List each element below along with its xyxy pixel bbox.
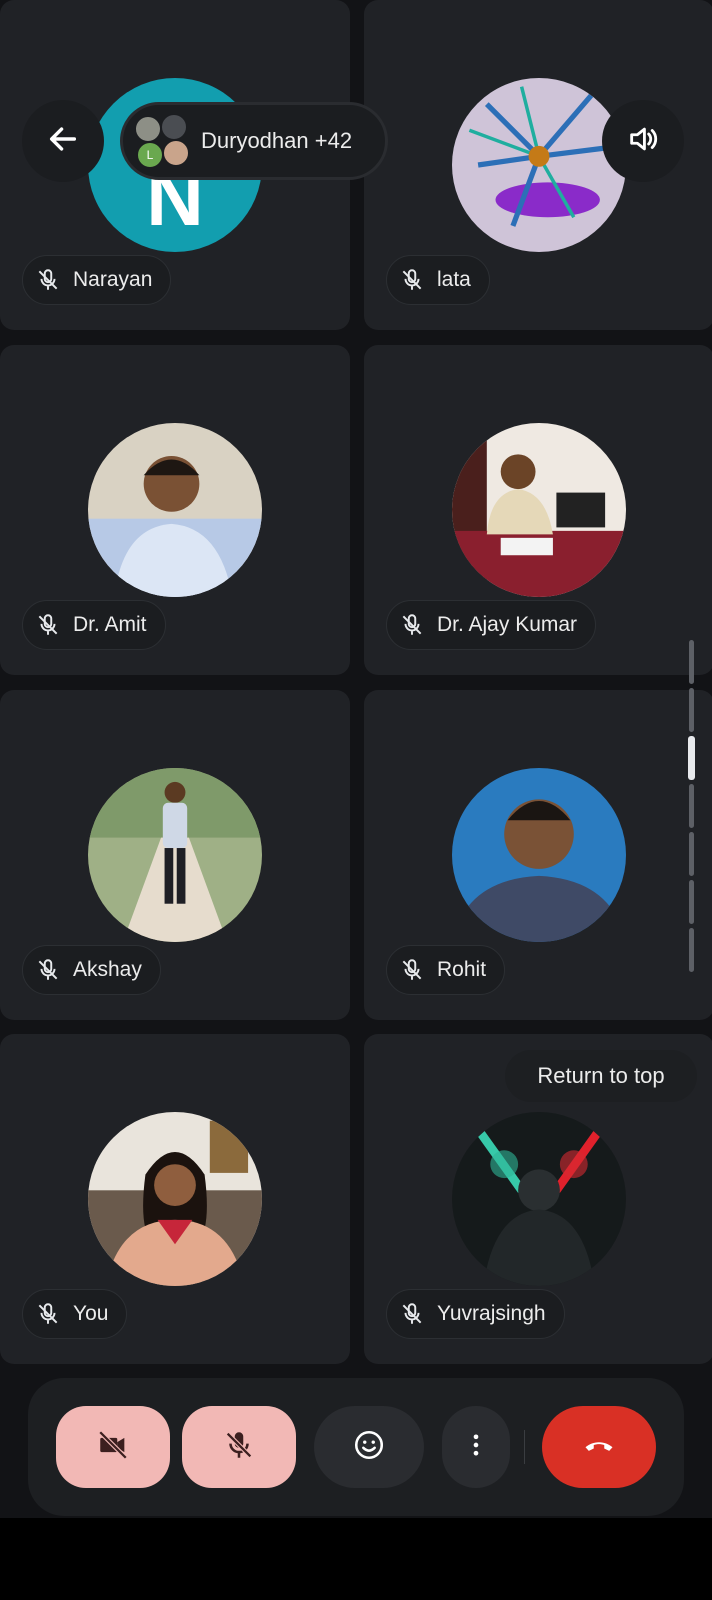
end-call-button[interactable] bbox=[542, 1406, 656, 1488]
profile-photo bbox=[88, 1112, 262, 1286]
mic-off-icon bbox=[397, 265, 427, 295]
mic-off-icon bbox=[222, 1428, 256, 1467]
mini-avatar bbox=[161, 114, 187, 140]
avatar bbox=[88, 423, 262, 597]
call-end-icon bbox=[581, 1427, 617, 1468]
system-nav-area bbox=[0, 1518, 712, 1600]
arrow-back-icon bbox=[46, 122, 80, 161]
profile-photo bbox=[88, 768, 262, 942]
mini-avatar: L bbox=[137, 142, 163, 168]
scrollbar[interactable] bbox=[688, 640, 696, 980]
participant-tile-rohit[interactable]: Rohit bbox=[364, 690, 712, 1020]
back-button[interactable] bbox=[22, 100, 104, 182]
participants-button[interactable]: L Duryodhan +42 bbox=[120, 102, 388, 180]
more-vert-icon bbox=[462, 1431, 490, 1464]
name-chip: Narayan bbox=[22, 255, 172, 305]
participant-name: lata bbox=[437, 268, 471, 291]
camera-off-icon bbox=[96, 1428, 130, 1467]
participant-tile-akshay[interactable]: Akshay bbox=[0, 690, 350, 1020]
avatar bbox=[452, 1112, 626, 1286]
participant-name: Akshay bbox=[73, 958, 142, 981]
profile-photo bbox=[452, 768, 626, 942]
mic-off-icon bbox=[397, 1299, 427, 1329]
participant-mini-avatars: L bbox=[135, 114, 189, 168]
emoji-icon bbox=[352, 1428, 386, 1467]
avatar bbox=[88, 1112, 262, 1286]
mic-off-icon bbox=[33, 955, 63, 985]
participants-label: Duryodhan +42 bbox=[201, 128, 353, 153]
participant-name: Dr. Amit bbox=[73, 613, 147, 636]
more-options-button[interactable] bbox=[442, 1406, 510, 1488]
volume-icon bbox=[626, 122, 660, 161]
participant-name: Dr. Ajay Kumar bbox=[437, 613, 578, 636]
participant-tile-dr-amit[interactable]: Dr. Amit bbox=[0, 345, 350, 675]
divider bbox=[524, 1430, 525, 1464]
name-chip: lata bbox=[386, 255, 490, 305]
mic-off-icon bbox=[397, 955, 427, 985]
mic-off-icon bbox=[33, 610, 63, 640]
avatar bbox=[88, 768, 262, 942]
mic-off-icon bbox=[33, 1299, 63, 1329]
mic-toggle-button[interactable] bbox=[182, 1406, 296, 1488]
call-controls-bar bbox=[28, 1378, 684, 1516]
mic-off-icon bbox=[33, 265, 63, 295]
participant-name: Narayan bbox=[73, 268, 153, 291]
avatar bbox=[452, 768, 626, 942]
avatar bbox=[452, 78, 626, 252]
profile-photo bbox=[452, 423, 626, 597]
profile-photo bbox=[88, 423, 262, 597]
name-chip: Dr. Amit bbox=[22, 600, 166, 650]
name-chip: Dr. Ajay Kumar bbox=[386, 600, 597, 650]
reactions-button[interactable] bbox=[314, 1406, 424, 1488]
peacock-feather-image bbox=[452, 78, 626, 252]
name-chip: Akshay bbox=[22, 945, 161, 995]
anime-character-image bbox=[452, 1112, 626, 1286]
name-chip: Rohit bbox=[386, 945, 506, 995]
speaker-button[interactable] bbox=[602, 100, 684, 182]
avatar bbox=[452, 423, 626, 597]
name-chip: You bbox=[22, 1289, 128, 1339]
mini-avatar bbox=[163, 140, 189, 166]
participant-name: Rohit bbox=[437, 958, 487, 981]
participant-tile-you[interactable]: You bbox=[0, 1034, 350, 1364]
return-to-top-button[interactable]: Return to top bbox=[505, 1050, 697, 1102]
participant-tile-dr-ajay-kumar[interactable]: Dr. Ajay Kumar bbox=[364, 345, 712, 675]
scrollbar-thumb[interactable] bbox=[688, 736, 695, 780]
camera-toggle-button[interactable] bbox=[56, 1406, 170, 1488]
participant-name: Yuvrajsingh bbox=[437, 1302, 546, 1325]
participant-name: You bbox=[73, 1302, 109, 1325]
mini-avatar bbox=[135, 116, 161, 142]
name-chip: Yuvrajsingh bbox=[386, 1289, 565, 1339]
mic-off-icon bbox=[397, 610, 427, 640]
participant-grid: N Narayan lata Dr. Amit Dr. Ajay Kumar A… bbox=[0, 0, 712, 1365]
